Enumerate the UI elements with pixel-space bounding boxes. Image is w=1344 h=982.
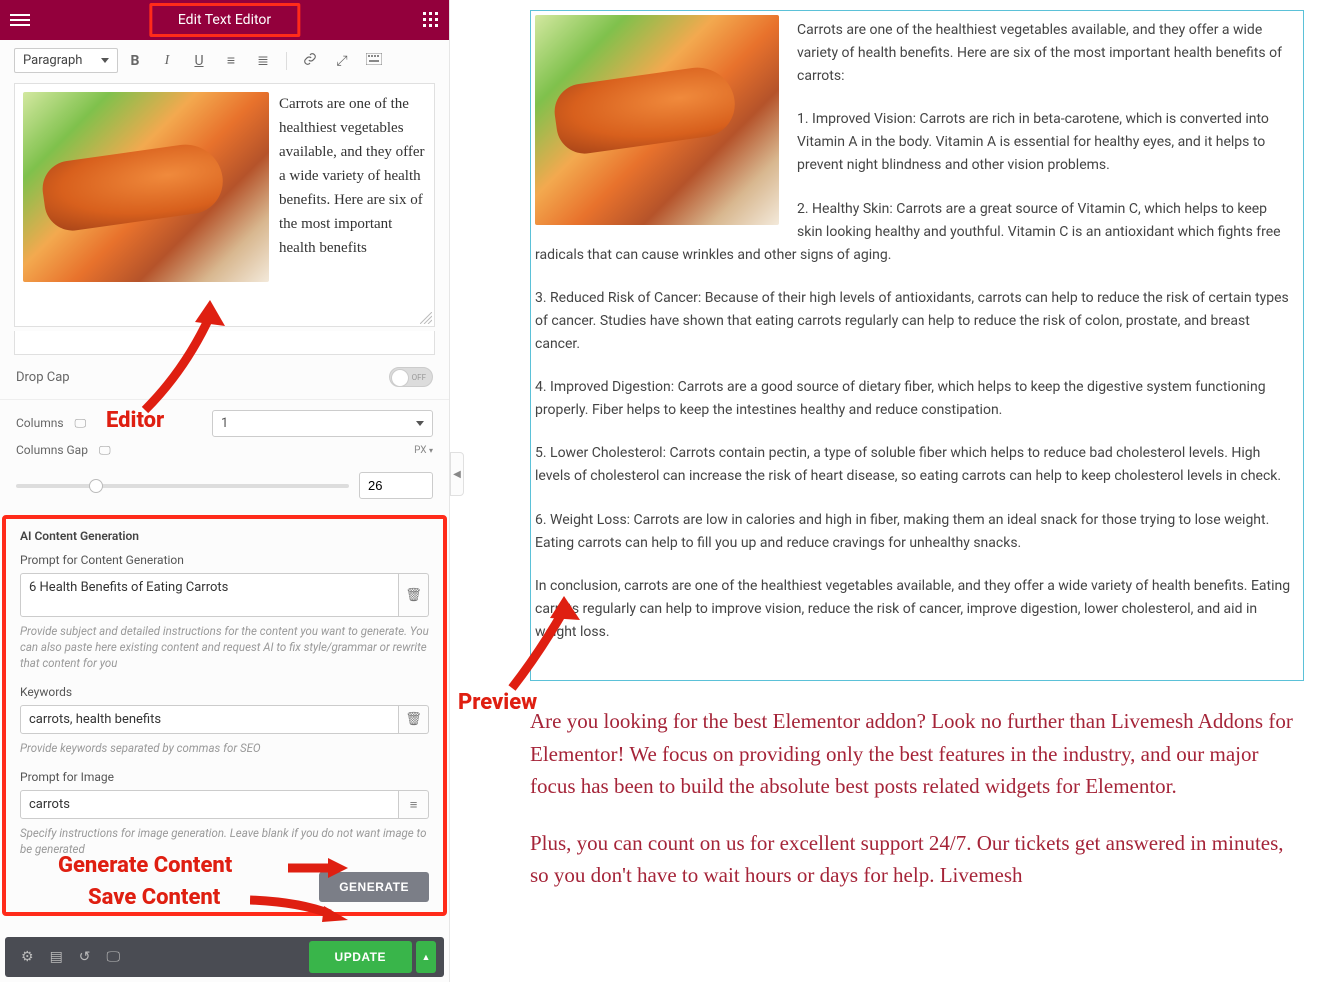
prompt-help: Provide subject and detailed instruction… xyxy=(20,623,429,671)
prompt-input[interactable]: 6 Health Benefits of Eating Carrots xyxy=(20,573,399,617)
responsive-icon[interactable]: 🖵 xyxy=(99,443,111,457)
chevron-down-icon xyxy=(416,421,424,426)
update-dropdown[interactable]: ▲ xyxy=(416,941,436,973)
list-ol-button[interactable]: ≡ xyxy=(222,52,240,69)
navigator-icon[interactable]: ▤ xyxy=(42,941,71,973)
keywords-label: Keywords xyxy=(20,685,429,699)
editor-image[interactable] xyxy=(23,92,269,282)
panel-header: Edit Text Editor xyxy=(0,0,449,40)
format-value: Paragraph xyxy=(23,53,82,68)
ai-content-section: AI Content Generation Prompt for Content… xyxy=(2,515,447,916)
format-select[interactable]: Paragraph xyxy=(14,48,118,73)
settings-icon[interactable]: ⚙ xyxy=(13,941,42,973)
preview-conclusion: In conclusion, carrots are one of the he… xyxy=(535,575,1293,644)
history-icon[interactable]: ↺ xyxy=(71,941,99,973)
columns-select[interactable]: 1 xyxy=(212,410,433,437)
link-button[interactable] xyxy=(301,52,319,70)
preview-p4: 4. Improved Digestion: Carrots are a goo… xyxy=(535,376,1293,422)
chevron-up-icon: ▲ xyxy=(422,952,431,963)
fullscreen-button[interactable]: ⤢ xyxy=(333,53,351,69)
list-icon: ≡ xyxy=(410,797,418,813)
menu-icon[interactable] xyxy=(10,10,30,30)
text-editor[interactable]: Carrots are one of the healthiest vegeta… xyxy=(14,83,435,327)
preview-pane: Carrots are one of the healthiest vegeta… xyxy=(450,0,1344,982)
trash-icon: 🗑 xyxy=(405,712,422,727)
editor-toolbar: Paragraph B I U ≡ ≣ ⤢ xyxy=(0,40,449,73)
prompt-clear-button[interactable]: 🗑 xyxy=(399,573,429,617)
trash-icon: 🗑 xyxy=(405,588,422,603)
unit-label[interactable]: PX xyxy=(414,445,426,456)
responsive-mode-icon[interactable]: 🖵 xyxy=(99,941,129,973)
update-button[interactable]: UPDATE xyxy=(309,941,412,973)
generate-button[interactable]: GENERATE xyxy=(319,872,429,902)
image-prompt-label: Prompt for Image xyxy=(20,770,429,784)
columns-gap-label: Columns Gap xyxy=(16,443,88,457)
dropcap-toggle[interactable]: OFF xyxy=(389,367,433,387)
promo-text-2: Plus, you can count on us for excellent … xyxy=(530,827,1304,892)
columns-gap-slider[interactable] xyxy=(16,484,349,488)
apps-grid-icon[interactable] xyxy=(423,12,439,28)
editor-sidebar: Edit Text Editor Paragraph B I U ≡ ≣ xyxy=(0,0,450,982)
preview-p6: 6. Weight Loss: Carrots are low in calor… xyxy=(535,509,1293,555)
dropcap-label: Drop Cap xyxy=(16,370,70,385)
chevron-down-icon xyxy=(101,58,109,63)
preview-p3: 3. Reduced Risk of Cancer: Because of th… xyxy=(535,287,1293,356)
keyboard-icon xyxy=(366,53,382,65)
panel-title: Edit Text Editor xyxy=(149,3,300,37)
italic-button[interactable]: I xyxy=(158,53,176,69)
columns-gap-input[interactable] xyxy=(359,472,433,499)
promo-text-1: Are you looking for the best Elementor a… xyxy=(530,705,1304,803)
toolbar-toggle-button[interactable] xyxy=(365,53,383,69)
prompt-label: Prompt for Content Generation xyxy=(20,553,429,567)
keywords-input[interactable] xyxy=(20,705,399,734)
preview-p5: 5. Lower Cholesterol: Carrots contain pe… xyxy=(535,442,1293,488)
image-prompt-input[interactable] xyxy=(20,790,399,819)
underline-button[interactable]: U xyxy=(190,53,208,69)
columns-value: 1 xyxy=(221,416,228,431)
image-prompt-settings-button[interactable]: ≡ xyxy=(399,790,429,819)
responsive-icon[interactable]: 🖵 xyxy=(75,416,87,430)
panel-footer: ⚙ ▤ ↺ 🖵 UPDATE ▲ xyxy=(5,937,444,977)
columns-label: Columns xyxy=(16,416,64,430)
resize-handle-icon[interactable] xyxy=(420,312,432,324)
list-ul-button[interactable]: ≣ xyxy=(254,53,272,69)
ai-section-title: AI Content Generation xyxy=(20,529,429,543)
keywords-clear-button[interactable]: 🗑 xyxy=(399,705,429,734)
link-icon xyxy=(303,52,317,66)
editor-footer xyxy=(14,331,435,355)
image-prompt-help: Specify instructions for image generatio… xyxy=(20,825,429,857)
bold-button[interactable]: B xyxy=(126,53,144,69)
text-widget-preview[interactable]: Carrots are one of the healthiest vegeta… xyxy=(530,10,1304,681)
panel-collapse-button[interactable]: ◀ xyxy=(450,452,464,496)
keywords-help: Provide keywords separated by commas for… xyxy=(20,740,429,756)
preview-image xyxy=(535,15,779,225)
